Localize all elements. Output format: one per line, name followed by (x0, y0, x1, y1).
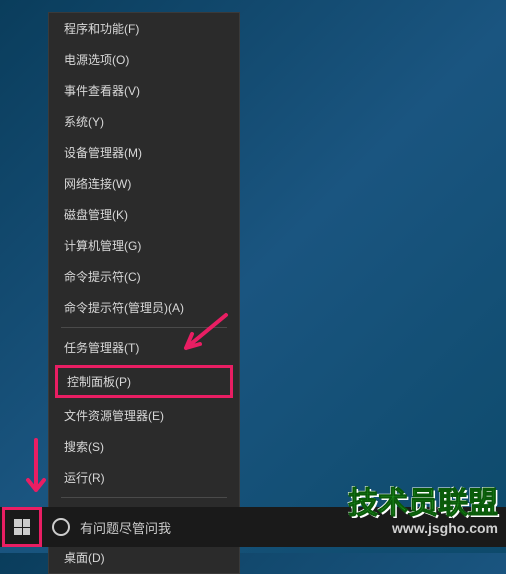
menu-item-explorer[interactable]: 文件资源管理器(E) (49, 400, 239, 431)
separator (61, 497, 227, 498)
menu-item-devicemgr[interactable]: 设备管理器(M) (49, 137, 239, 168)
menu-item-cmdadmin[interactable]: 命令提示符(管理员)(A) (49, 292, 239, 323)
cortana-search[interactable]: 有问题尽管问我 (52, 518, 171, 537)
menu-item-diskmgmt[interactable]: 磁盘管理(K) (49, 199, 239, 230)
menu-item-system[interactable]: 系统(Y) (49, 106, 239, 137)
winx-context-menu: 程序和功能(F) 电源选项(O) 事件查看器(V) 系统(Y) 设备管理器(M)… (48, 12, 240, 574)
watermark: 技术员联盟 www.jsgho.com (348, 489, 498, 535)
menu-item-cmd[interactable]: 命令提示符(C) (49, 261, 239, 292)
menu-item-run[interactable]: 运行(R) (49, 462, 239, 493)
menu-item-controlpanel[interactable]: 控制面板(P) (55, 365, 233, 398)
menu-item-taskmgr[interactable]: 任务管理器(T) (49, 332, 239, 363)
watermark-url: www.jsgho.com (348, 521, 498, 535)
menu-item-compmgmt[interactable]: 计算机管理(G) (49, 230, 239, 261)
start-button[interactable] (2, 507, 42, 547)
menu-item-programs[interactable]: 程序和功能(F) (49, 13, 239, 44)
menu-item-power[interactable]: 电源选项(O) (49, 44, 239, 75)
menu-item-eventviewer[interactable]: 事件查看器(V) (49, 75, 239, 106)
cortana-placeholder: 有问题尽管问我 (80, 518, 171, 537)
separator (61, 327, 227, 328)
cortana-icon (52, 518, 70, 536)
menu-item-search[interactable]: 搜索(S) (49, 431, 239, 462)
menu-item-network[interactable]: 网络连接(W) (49, 168, 239, 199)
windows-icon (14, 519, 30, 535)
watermark-text: 技术员联盟 (348, 487, 498, 520)
